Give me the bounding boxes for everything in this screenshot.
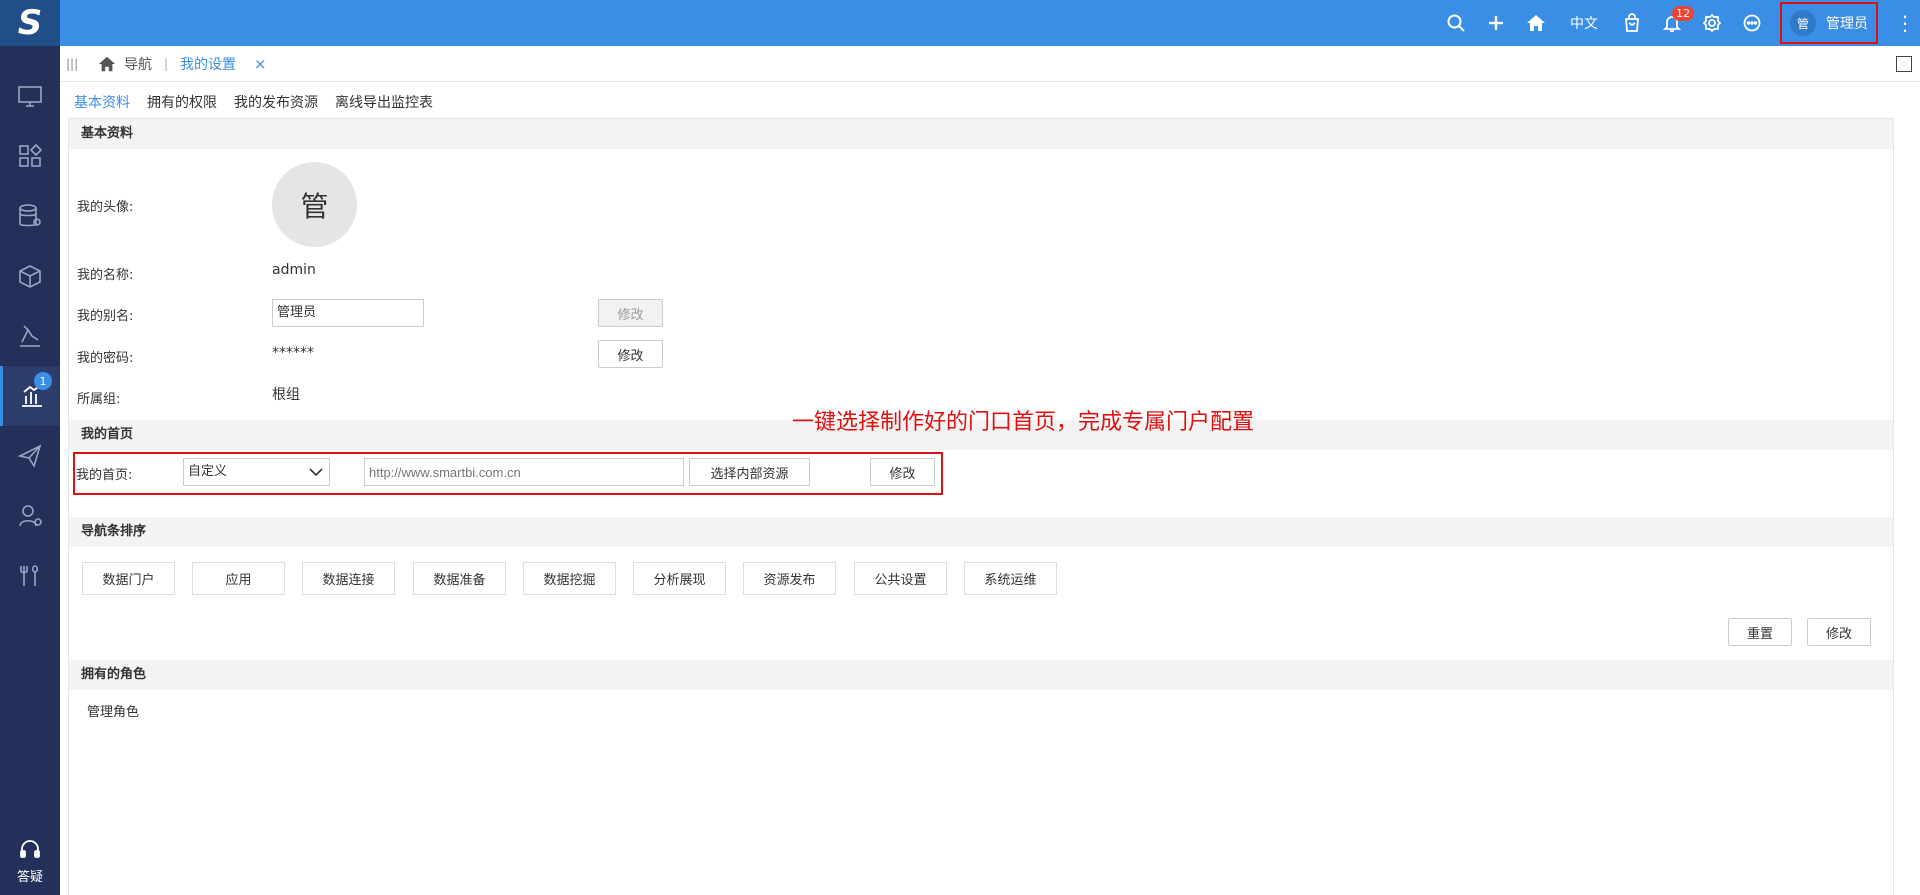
password-modify-button[interactable]: 修改 [598, 340, 663, 368]
tab-strip: ||| 导航 | 我的设置 × [60, 46, 1920, 82]
cube-icon [19, 265, 41, 288]
settings-cog-icon[interactable] [1692, 0, 1732, 46]
nav-order-modify-button[interactable]: 修改 [1807, 618, 1871, 646]
chat-icon[interactable] [1732, 0, 1772, 46]
name-label: 我的名称: [77, 268, 134, 283]
nav-order-item[interactable]: 应用 [192, 562, 285, 595]
section-roles: 拥有的角色 [69, 660, 1893, 690]
sidebar-badge: 1 [34, 372, 52, 390]
sidebar-item-analysis[interactable]: 1 [0, 366, 60, 426]
subtab-published-resources[interactable]: 我的发布资源 [234, 92, 318, 112]
group-label: 所属组: [77, 392, 121, 407]
sidebar-item-public-settings[interactable] [0, 486, 60, 546]
monitor-icon [18, 86, 42, 107]
tab-separator: | [164, 56, 169, 71]
database-gear-icon [19, 204, 41, 227]
sidebar-item-data-prep[interactable] [0, 246, 60, 306]
tools-icon [20, 565, 39, 586]
apps-grid-icon [19, 143, 43, 167]
homepage-label: 我的首页: [76, 468, 133, 483]
nav-order-item[interactable]: 分析展现 [633, 562, 726, 595]
sidebar-item-publish[interactable] [0, 426, 60, 486]
home-icon[interactable] [1516, 0, 1556, 46]
subtab-offline-export[interactable]: 离线导出监控表 [335, 92, 433, 112]
nav-order-item[interactable]: 数据门户 [82, 562, 175, 595]
nav-order-item[interactable]: 系统运维 [964, 562, 1057, 595]
sidebar: 1 答疑 [0, 46, 60, 895]
sidebar-item-apps[interactable] [0, 126, 60, 186]
avatar-label: 我的头像: [77, 200, 134, 215]
maximize-icon[interactable] [1896, 56, 1912, 72]
alias-input[interactable]: 管理员 [272, 299, 424, 327]
password-value: ****** [272, 345, 314, 361]
home-icon [98, 56, 116, 71]
name-value: admin [272, 262, 316, 278]
role-value: 管理角色 [87, 705, 140, 720]
mining-icon [20, 325, 40, 347]
alias-modify-button[interactable]: 修改 [598, 299, 663, 327]
nav-order-item[interactable]: 数据连接 [302, 562, 395, 595]
tab-home-label: 导航 [124, 56, 152, 73]
header-toolbar: 中文 12 管 管理员 ⋮ [1436, 0, 1920, 46]
alias-label: 我的别名: [77, 309, 134, 324]
notification-badge: 12 [1672, 6, 1694, 21]
shopping-bag-icon[interactable] [1612, 0, 1652, 46]
help-label: 答疑 [16, 870, 43, 885]
close-icon[interactable]: × [254, 55, 267, 73]
choose-internal-resource-button[interactable]: 选择内部资源 [689, 458, 810, 486]
nav-order-item[interactable]: 数据挖掘 [523, 562, 616, 595]
user-name: 管理员 [1826, 16, 1868, 32]
user-settings-icon [19, 505, 42, 527]
help-button[interactable]: 答疑 [0, 838, 60, 885]
subtab-basic-info[interactable]: 基本资料 [74, 92, 130, 112]
language-switch[interactable]: 中文 [1556, 13, 1612, 33]
avatar: 管 [1790, 10, 1816, 36]
homepage-type-value: 自定义 [188, 464, 228, 479]
app-logo[interactable]: S [0, 0, 60, 46]
reset-button[interactable]: 重置 [1728, 618, 1792, 646]
logo-letter: S [17, 3, 43, 43]
sidebar-item-operations[interactable] [0, 546, 60, 606]
tab-home[interactable]: 导航 [98, 54, 152, 74]
tab-menu-icon[interactable]: ||| [66, 57, 86, 71]
chevron-down-icon [309, 468, 323, 477]
homepage-type-select[interactable]: 自定义 [183, 458, 330, 486]
settings-subtabs: 基本资料 拥有的权限 我的发布资源 离线导出监控表 [74, 92, 450, 112]
sidebar-item-monitor[interactable] [0, 66, 60, 126]
tab-my-settings[interactable]: 我的设置 [180, 54, 236, 74]
subtab-permissions[interactable]: 拥有的权限 [147, 92, 217, 112]
paper-plane-icon [17, 444, 42, 468]
bell-icon[interactable]: 12 [1652, 0, 1694, 46]
annotation-text: 一键选择制作好的门口首页，完成专属门户配置 [792, 410, 1255, 435]
homepage-url-input[interactable] [364, 458, 684, 486]
nav-order-item[interactable]: 数据准备 [413, 562, 506, 595]
top-header: S 中文 12 管 管理员 ⋮ [0, 0, 1920, 46]
more-vertical-icon[interactable]: ⋮ [1890, 11, 1920, 35]
sidebar-item-data-connect[interactable] [0, 186, 60, 246]
section-basic-info: 基本资料 [69, 119, 1893, 149]
search-icon[interactable] [1436, 0, 1476, 46]
headset-icon [20, 840, 40, 858]
nav-order-item[interactable]: 公共设置 [854, 562, 947, 595]
add-icon[interactable] [1476, 0, 1516, 46]
nav-order-item[interactable]: 资源发布 [743, 562, 836, 595]
user-menu[interactable]: 管 管理员 [1780, 2, 1878, 44]
group-value: 根组 [272, 387, 300, 403]
avatar[interactable]: 管 [272, 162, 357, 247]
sidebar-item-data-mining[interactable] [0, 306, 60, 366]
section-nav-order: 导航条排序 [69, 517, 1893, 547]
homepage-modify-button[interactable]: 修改 [870, 458, 935, 486]
password-label: 我的密码: [77, 351, 134, 366]
